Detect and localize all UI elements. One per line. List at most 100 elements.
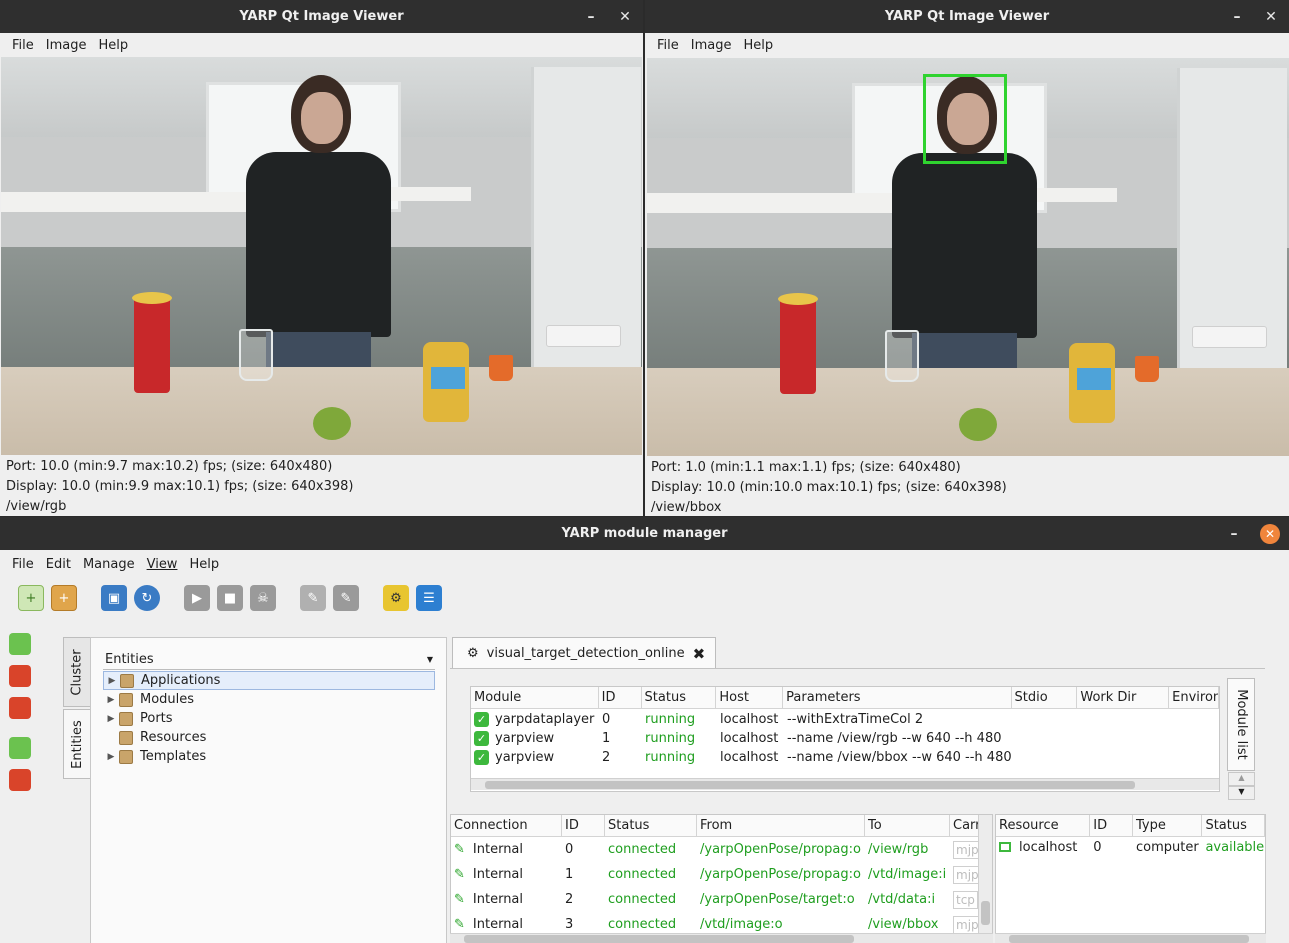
tree-item-applications[interactable]: ▶ Applications — [103, 671, 435, 690]
tab-visual-target-detection[interactable]: ⚙ visual_target_detection_online ✖ — [452, 637, 716, 669]
table-row[interactable]: localhost 0 computer available — [996, 837, 1265, 857]
tree-item-modules[interactable]: ▶ Modules — [103, 690, 435, 709]
menu-file[interactable]: File — [6, 557, 40, 572]
close-icon[interactable]: ✕ — [617, 9, 633, 25]
col-environ[interactable]: Environ — [1169, 687, 1219, 708]
col-status[interactable]: Status — [1202, 815, 1265, 836]
resources-green-icon[interactable] — [9, 737, 31, 759]
menu-view[interactable]: View — [141, 557, 184, 572]
tree-item-resources[interactable]: Resources — [103, 728, 435, 747]
tree-item-ports[interactable]: ▶ Ports — [103, 709, 435, 728]
title-bar: YARP Qt Image Viewer – ✕ — [0, 0, 643, 33]
expand-arrow-icon[interactable]: ▶ — [103, 695, 119, 705]
modules-hscrollbar[interactable] — [471, 778, 1219, 790]
resources-hscrollbar[interactable] — [995, 933, 1266, 943]
expand-arrow-icon[interactable]: ▶ — [103, 714, 119, 724]
col-id[interactable]: ID — [562, 815, 605, 836]
plug-icon: ✎ — [454, 867, 465, 882]
col-parameters[interactable]: Parameters — [783, 687, 1012, 708]
plug-icon: ✎ — [454, 842, 465, 857]
menu-file[interactable]: File — [651, 38, 685, 53]
display-fps-status: Display: 10.0 (min:10.0 max:10.1) fps; (… — [651, 480, 1007, 495]
tab-label: visual_target_detection_online — [486, 646, 685, 661]
menu-manage[interactable]: Manage — [77, 557, 141, 572]
modules-table: Module ID Status Host Parameters Stdio W… — [470, 686, 1220, 792]
camera-image — [647, 58, 1289, 456]
col-connection[interactable]: Connection — [451, 815, 562, 836]
modules-red-icon[interactable] — [9, 665, 31, 687]
col-host[interactable]: Host — [716, 687, 784, 708]
list-view-icon[interactable]: ☰ — [416, 585, 442, 611]
minimize-icon[interactable]: – — [583, 9, 599, 25]
tab-entities[interactable]: Entities — [63, 709, 91, 779]
connect-icon[interactable]: ✎ — [300, 585, 326, 611]
minimize-icon[interactable]: – — [1229, 9, 1245, 25]
menu-help[interactable]: Help — [183, 557, 225, 572]
table-row[interactable]: ✓ yarpdataplayer 0 running localhost --wi… — [471, 710, 1219, 729]
menu-help[interactable]: Help — [737, 38, 779, 53]
col-stdio[interactable]: Stdio — [1012, 687, 1078, 708]
col-status[interactable]: Status — [642, 687, 717, 708]
plug-icon: ✎ — [454, 917, 465, 932]
modules-icon — [119, 692, 133, 707]
table-row[interactable]: ✎ Internal 1 connected /yarpOpenPose/prop… — [451, 862, 992, 887]
resources-icon — [119, 730, 133, 745]
close-tab-icon[interactable]: ✖ — [693, 645, 706, 663]
connections-hscrollbar[interactable] — [450, 933, 993, 943]
close-icon[interactable]: ✕ — [1260, 523, 1280, 544]
add-application-icon[interactable]: + — [51, 585, 77, 611]
port-fps-status: Port: 1.0 (min:1.1 max:1.1) fps; (size: … — [651, 460, 961, 475]
builder-icon[interactable]: ⚙ — [383, 585, 409, 611]
table-row[interactable]: ✓ yarpview 1 running localhost --name /vi… — [471, 729, 1219, 748]
col-module[interactable]: Module — [471, 687, 599, 708]
window-title: YARP Qt Image Viewer — [239, 9, 404, 24]
connections-vscrollbar[interactable] — [978, 815, 992, 942]
col-workdir[interactable]: Work Dir — [1077, 687, 1170, 708]
check-icon: ✓ — [474, 750, 489, 765]
tab-module-list[interactable]: Module list — [1227, 678, 1255, 771]
scroll-up-icon[interactable]: ▲ — [1228, 772, 1255, 786]
close-icon[interactable]: ✕ — [1263, 9, 1279, 25]
connect-cluster-icon[interactable] — [9, 633, 31, 655]
minimize-icon[interactable]: – — [1226, 526, 1242, 542]
menu-image[interactable]: Image — [685, 38, 738, 53]
expand-arrow-icon[interactable]: ▶ — [103, 752, 119, 762]
col-from[interactable]: From — [697, 815, 865, 836]
expand-arrow-icon[interactable]: ▶ — [104, 676, 120, 686]
run-icon[interactable]: ▶ — [184, 585, 210, 611]
tree-item-templates[interactable]: ▶ Templates — [103, 747, 435, 766]
col-status[interactable]: Status — [605, 815, 697, 836]
col-id[interactable]: ID — [599, 687, 642, 708]
gear-icon: ⚙ — [467, 646, 479, 661]
connections-table: Connection ID Status From To Carr ✎ Inter… — [450, 814, 993, 943]
face-bounding-box — [923, 74, 1007, 164]
menu-bar: File Edit Manage View Help — [0, 550, 1289, 578]
refresh-icon[interactable]: ↻ — [134, 585, 160, 611]
table-row[interactable]: ✓ yarpview 2 running localhost --name /vi… — [471, 748, 1219, 767]
menu-edit[interactable]: Edit — [40, 557, 77, 572]
kill-icon[interactable]: ☠ — [250, 585, 276, 611]
stop-icon[interactable]: ■ — [217, 585, 243, 611]
disconnect-icon[interactable]: ✎ — [333, 585, 359, 611]
entities-header[interactable]: Entities ▼ — [103, 650, 435, 670]
resources-red-icon[interactable] — [9, 769, 31, 791]
col-carrier[interactable]: Carr — [950, 815, 980, 836]
connections-red-icon[interactable] — [9, 697, 31, 719]
col-type[interactable]: Type — [1133, 815, 1203, 836]
select-all-icon[interactable]: ▣ — [101, 585, 127, 611]
col-id[interactable]: ID — [1090, 815, 1133, 836]
col-to[interactable]: To — [865, 815, 950, 836]
scroll-down-icon[interactable]: ▼ — [1228, 786, 1255, 800]
computer-icon — [999, 842, 1011, 852]
tab-cluster[interactable]: Cluster — [63, 637, 91, 707]
table-row[interactable]: ✎ Internal 2 connected /yarpOpenPose/targ… — [451, 887, 992, 912]
col-resource[interactable]: Resource — [996, 815, 1091, 836]
resources-table: Resource ID Type Status localhost 0 comp… — [995, 814, 1266, 943]
menu-image[interactable]: Image — [40, 38, 93, 53]
new-application-icon[interactable]: + — [18, 585, 44, 611]
image-viewer-bbox-window: YARP Qt Image Viewer – ✕ File Image Help — [645, 0, 1289, 516]
table-row[interactable]: ✎ Internal 0 connected /yarpOpenPose/prop… — [451, 837, 992, 862]
menu-help[interactable]: Help — [92, 38, 134, 53]
menu-file[interactable]: File — [6, 38, 40, 53]
window-title: YARP Qt Image Viewer — [884, 9, 1050, 24]
